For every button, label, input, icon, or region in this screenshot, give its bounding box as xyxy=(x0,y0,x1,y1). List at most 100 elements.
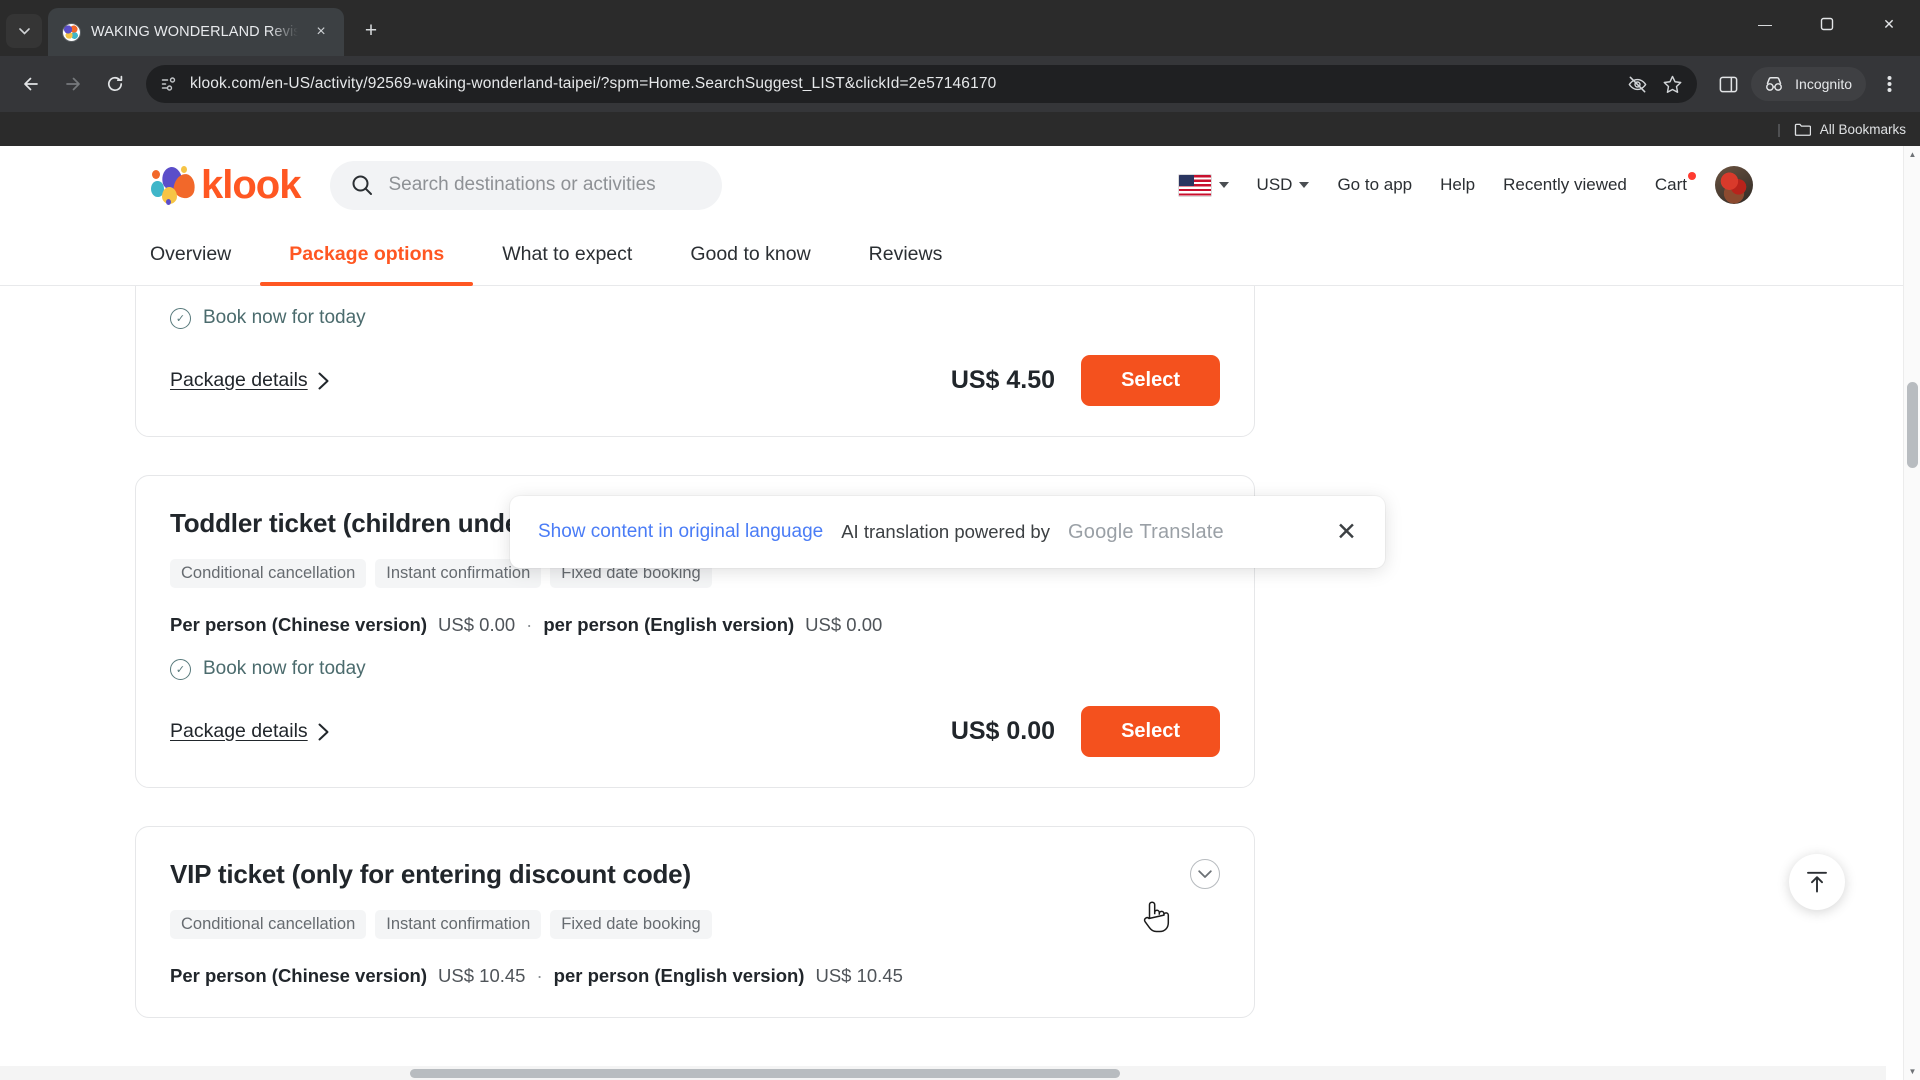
avatar[interactable] xyxy=(1715,166,1753,204)
recently-viewed-link[interactable]: Recently viewed xyxy=(1503,175,1627,195)
package-price: US$ 0.00 xyxy=(950,717,1056,745)
page-viewport: klook Search destinations or activities xyxy=(0,146,1920,1080)
price-label-chinese: Per person (Chinese version) xyxy=(170,614,428,635)
price-amount-english: US$ 0.00 xyxy=(805,614,883,635)
tab-package-options[interactable]: Package options xyxy=(260,224,474,286)
vertical-scrollbar[interactable]: ▲ ▼ xyxy=(1903,146,1920,1080)
translation-powered-by-text: AI translation powered by xyxy=(841,521,1050,542)
header-actions: USD Go to app Help Recently viewed Cart xyxy=(1177,166,1903,204)
tab-good-to-know[interactable]: Good to know xyxy=(661,224,839,285)
price-amount-chinese: US$ 10.45 xyxy=(438,965,526,986)
arrow-up-icon xyxy=(1807,871,1827,893)
site-header: klook Search destinations or activities xyxy=(0,146,1903,224)
incognito-indicator[interactable]: Incognito xyxy=(1751,67,1866,101)
check-circle-icon: ✓ xyxy=(170,658,191,680)
horizontal-scrollbar-thumb[interactable] xyxy=(410,1069,1120,1078)
package-card-partial: ✓ Book now for today Package details US$… xyxy=(135,286,1255,437)
omnibox-actions xyxy=(1627,74,1683,95)
select-button[interactable]: Select xyxy=(1081,706,1220,757)
book-now-note: ✓ Book now for today xyxy=(170,658,1220,680)
package-price-breakdown: Per person (Chinese version) US$ 10.45 ·… xyxy=(170,965,1220,987)
package-details-link[interactable]: Package details xyxy=(170,369,330,392)
price-separator: · xyxy=(526,614,533,635)
chevron-down-icon xyxy=(1218,182,1229,188)
horizontal-scrollbar[interactable] xyxy=(0,1066,1886,1080)
browser-window: WAKING WONDERLAND Revisi × + — ✕ klook.c… xyxy=(0,0,1920,1080)
cart-link[interactable]: Cart xyxy=(1655,172,1696,195)
eye-slash-icon[interactable] xyxy=(1627,74,1648,95)
browser-menu-button[interactable] xyxy=(1870,65,1908,103)
incognito-label: Incognito xyxy=(1795,76,1852,92)
package-details-label: Package details xyxy=(170,720,308,742)
all-bookmarks-label[interactable]: All Bookmarks xyxy=(1820,122,1906,137)
tab-close-button[interactable]: × xyxy=(308,19,334,45)
select-button[interactable]: Select xyxy=(1081,355,1220,406)
language-selector[interactable] xyxy=(1177,173,1229,197)
side-panel-button[interactable] xyxy=(1709,65,1747,103)
package-footer: Package details US$ 0.00 Select xyxy=(170,706,1220,757)
chevron-down-icon xyxy=(1198,869,1212,878)
klook-logo[interactable]: klook xyxy=(150,163,301,208)
klook-logo-icon xyxy=(150,165,197,205)
address-bar[interactable]: klook.com/en-US/activity/92569-waking-wo… xyxy=(146,65,1698,103)
package-footer: Package details US$ 4.50 Select xyxy=(170,355,1220,406)
chevron-right-icon xyxy=(318,372,329,389)
tab-reviews[interactable]: Reviews xyxy=(840,224,972,285)
package-list: ✓ Book now for today Package details US$… xyxy=(0,286,1903,1080)
close-window-button[interactable]: ✕ xyxy=(1858,0,1920,48)
chevron-down-icon xyxy=(1299,182,1310,188)
package-details-link[interactable]: Package details xyxy=(170,720,330,743)
tab-search-button[interactable] xyxy=(6,14,42,48)
incognito-hat-icon xyxy=(1766,77,1783,91)
scroll-down-arrow[interactable]: ▼ xyxy=(1904,1063,1920,1080)
search-icon xyxy=(352,175,373,195)
tab-what-to-expect[interactable]: What to expect xyxy=(473,224,661,285)
vertical-scrollbar-thumb[interactable] xyxy=(1907,382,1918,468)
search-input[interactable]: Search destinations or activities xyxy=(330,160,723,210)
browser-tab[interactable]: WAKING WONDERLAND Revisi × xyxy=(48,8,344,56)
package-details-label: Package details xyxy=(170,369,308,391)
url-text: klook.com/en-US/activity/92569-waking-wo… xyxy=(190,75,997,92)
translate-brand-text: Translate xyxy=(1139,520,1224,543)
window-controls: — ✕ xyxy=(1734,0,1920,48)
reload-icon xyxy=(107,75,123,92)
price-separator: · xyxy=(536,965,543,986)
close-banner-button[interactable]: ✕ xyxy=(1336,519,1357,545)
show-original-language-link[interactable]: Show content in original language xyxy=(538,521,823,543)
side-panel-icon xyxy=(1719,76,1738,92)
book-now-note: ✓ Book now for today xyxy=(170,307,1220,329)
tab-favicon-icon xyxy=(62,22,81,42)
forward-button[interactable] xyxy=(54,65,92,103)
expand-package-button[interactable] xyxy=(1190,859,1220,889)
bookmarks-separator: | xyxy=(1777,121,1781,137)
tab-overview[interactable]: Overview xyxy=(150,224,260,285)
scroll-to-top-button[interactable] xyxy=(1789,854,1845,910)
tag-fixed-date-booking: Fixed date booking xyxy=(550,910,712,939)
cart-badge-dot xyxy=(1688,172,1696,180)
tag-instant-confirmation: Instant confirmation xyxy=(375,910,542,939)
maximize-icon xyxy=(1820,17,1834,31)
google-translate-brand: Google Translate xyxy=(1068,521,1224,544)
go-to-app-link[interactable]: Go to app xyxy=(1337,175,1412,195)
package-price: US$ 4.50 xyxy=(950,366,1056,394)
currency-selector[interactable]: USD xyxy=(1257,175,1310,195)
section-tabs: Overview Package options What to expect … xyxy=(0,224,1903,286)
page-info-icon[interactable] xyxy=(160,75,178,93)
back-arrow-icon xyxy=(24,77,38,91)
three-dot-menu-icon xyxy=(1887,76,1891,92)
reload-button[interactable] xyxy=(96,65,134,103)
currency-label: USD xyxy=(1256,175,1293,194)
back-button[interactable] xyxy=(12,65,50,103)
chevron-down-icon xyxy=(18,27,30,35)
scroll-up-arrow[interactable]: ▲ xyxy=(1904,146,1920,163)
new-tab-button[interactable]: + xyxy=(354,14,388,48)
help-link[interactable]: Help xyxy=(1440,175,1475,195)
translation-banner: Show content in original language AI tra… xyxy=(510,496,1385,568)
chevron-right-icon xyxy=(318,723,329,740)
star-icon[interactable] xyxy=(1662,74,1683,95)
maximize-button[interactable] xyxy=(1796,0,1858,48)
tag-conditional-cancellation: Conditional cancellation xyxy=(170,559,367,588)
minimize-button[interactable]: — xyxy=(1734,0,1796,48)
check-circle-icon: ✓ xyxy=(170,307,191,329)
tab-title: WAKING WONDERLAND Revisi xyxy=(91,24,298,40)
